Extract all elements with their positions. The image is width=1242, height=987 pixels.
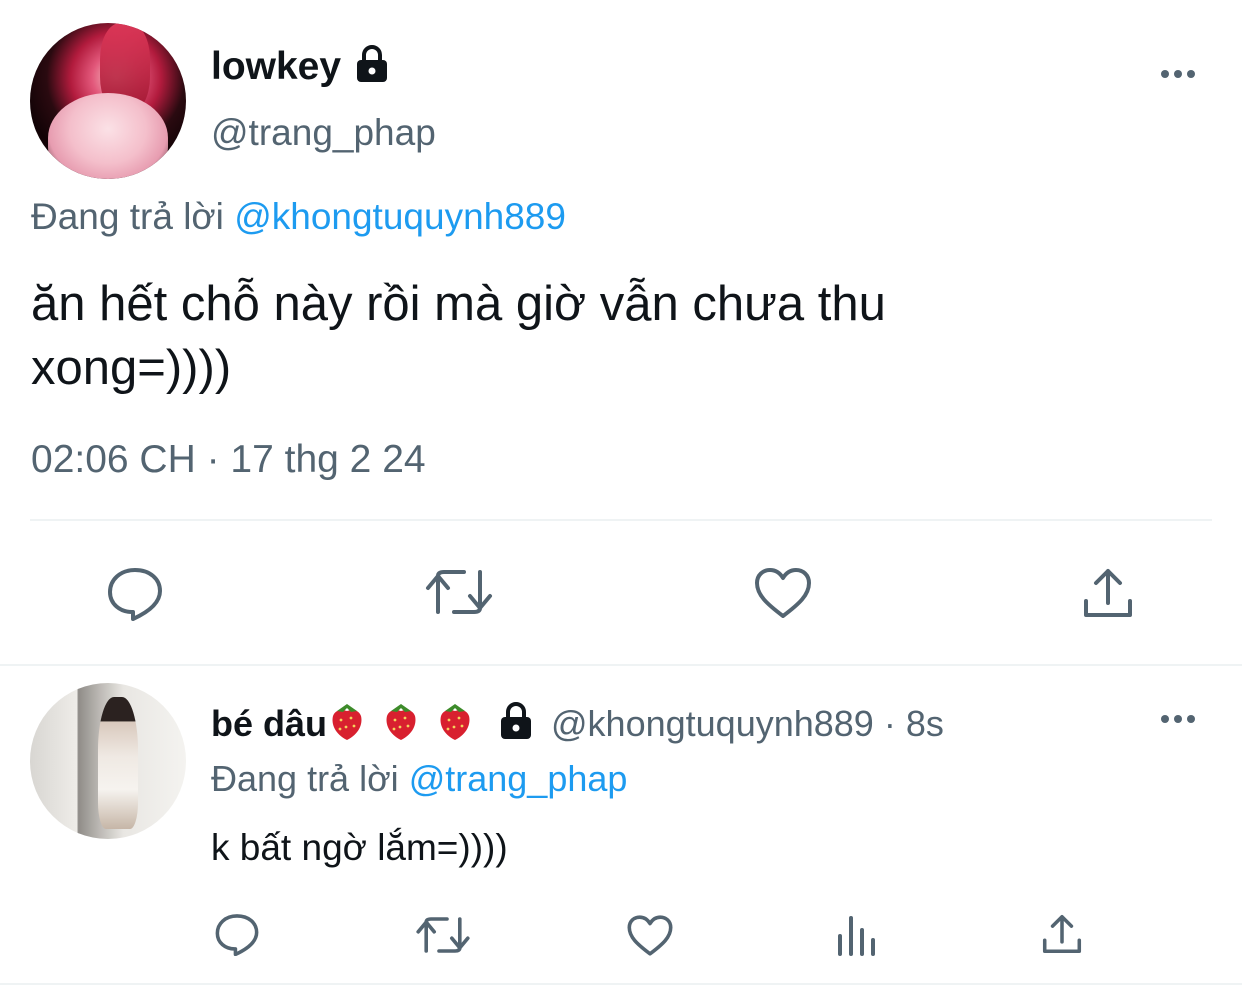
author-handle[interactable]: @trang_phap (211, 112, 436, 154)
heart-icon[interactable] (626, 914, 674, 957)
tweet-text-line: ăn hết chỗ này rồi mà giờ vẫn chưa thu (31, 277, 886, 331)
replying-to-link[interactable]: @khongtuquynh889 (234, 196, 566, 237)
retweet-icon[interactable] (415, 914, 471, 956)
tweet-text: ăn hết chỗ này rồi mà giờ vẫn chưa thu x… (31, 272, 886, 400)
author-avatar[interactable] (30, 23, 186, 179)
reply-text: k bất ngờ lắm=)))) (211, 827, 508, 868)
replying-prefix: Đang trả lời (211, 758, 399, 799)
tweet-text-line: xong=)))) (31, 341, 232, 395)
divider (30, 519, 1212, 521)
strawberry-icon (381, 700, 421, 747)
reply-replying-to-line: Đang trả lời @trang_phap (211, 758, 627, 800)
author-name-row: lowkey (211, 44, 391, 89)
lock-icon (497, 701, 535, 746)
strawberry-icon (435, 700, 475, 747)
author-display-name[interactable]: lowkey (211, 45, 341, 89)
tweet-timestamp[interactable]: 02:06 CH · 17 thg 2 24 (31, 438, 426, 482)
heart-icon[interactable] (753, 566, 813, 620)
divider (0, 664, 1242, 666)
reply-author-avatar[interactable] (30, 683, 186, 839)
avatar-figure (98, 697, 138, 829)
lock-icon (353, 44, 391, 89)
share-icon[interactable] (1080, 565, 1136, 621)
reply-icon[interactable] (214, 912, 260, 956)
replying-prefix: Đang trả lời (31, 196, 224, 237)
avatar-feather (48, 93, 168, 179)
reply-header-row: bé dâu @khongtuquynh889 · 8s (211, 700, 944, 747)
strawberry-icon (327, 700, 367, 747)
reply-icon[interactable] (106, 565, 164, 621)
more-icon[interactable] (1161, 715, 1195, 723)
reply-display-name[interactable]: bé dâu (211, 703, 327, 745)
divider (0, 983, 1242, 985)
reply-time[interactable]: · 8s (884, 703, 944, 745)
more-icon[interactable] (1161, 70, 1195, 78)
reply-handle[interactable]: @khongtuquynh889 (551, 703, 874, 745)
share-icon[interactable] (1040, 912, 1084, 956)
replying-to-link[interactable]: @trang_phap (409, 758, 628, 799)
analytics-icon[interactable] (835, 914, 877, 956)
retweet-icon[interactable] (424, 566, 494, 618)
replying-to-line: Đang trả lời @khongtuquynh889 (31, 196, 566, 238)
